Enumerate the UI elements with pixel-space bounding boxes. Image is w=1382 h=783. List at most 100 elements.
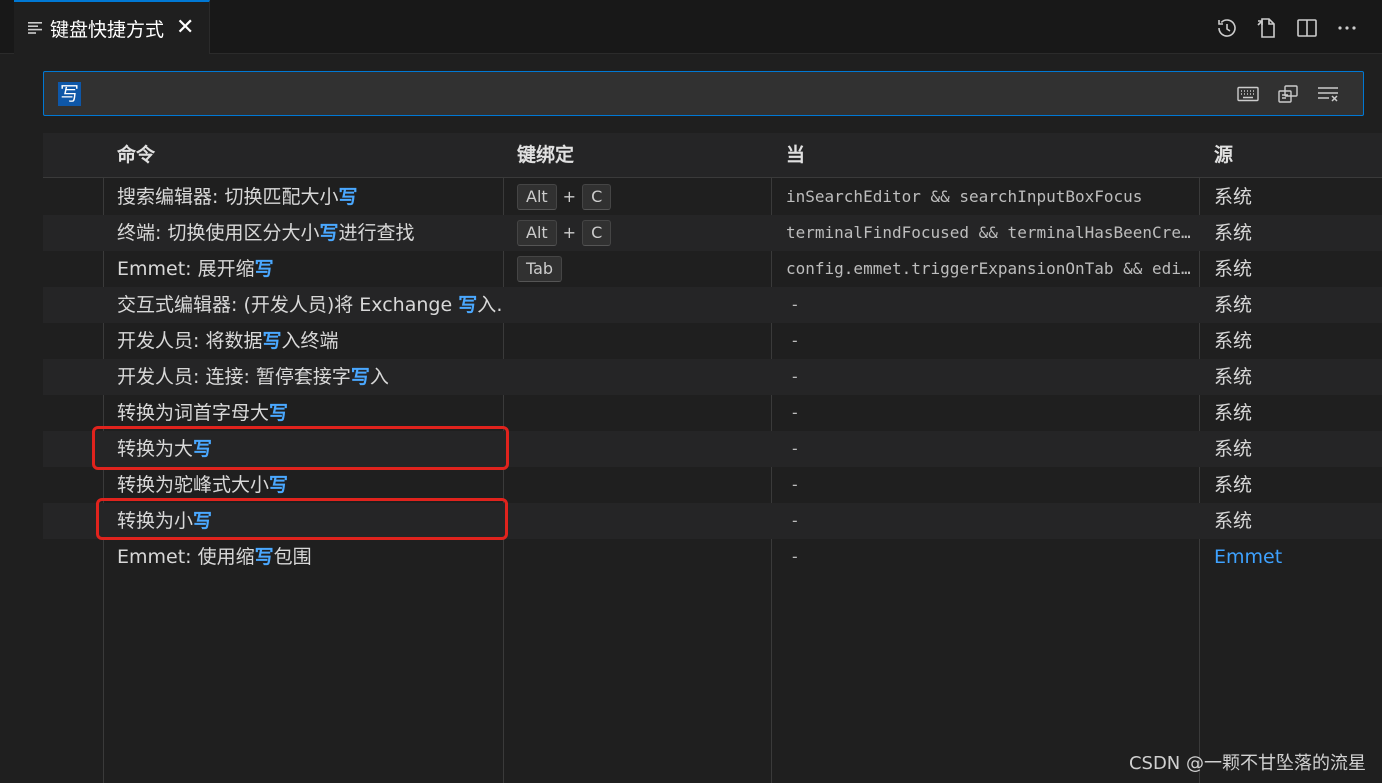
annotation-highlight-uppercase — [92, 426, 509, 470]
table-row[interactable]: 开发人员: 将数据写入终端 - 系统 — [43, 323, 1382, 359]
keyboard-icon[interactable] — [1237, 83, 1259, 105]
command-cell: 开发人员: 将数据写入终端 — [117, 323, 501, 359]
table-row[interactable]: 交互式编辑器: (开发人员)将 Exchange 写入… - 系统 — [43, 287, 1382, 323]
command-text: 终端: 切换使用区分大小 — [117, 222, 320, 244]
more-actions-icon[interactable] — [1334, 15, 1360, 41]
keycap: C — [582, 184, 612, 210]
source-cell: 系统 — [1214, 186, 1253, 208]
when-cell: inSearchEditor && searchInputBoxFocus — [786, 187, 1143, 206]
when-cell: - — [790, 439, 800, 458]
keybinding-cell[interactable] — [517, 287, 767, 323]
when-cell: - — [790, 331, 800, 350]
search-tools — [1237, 82, 1339, 106]
key-separator: + — [562, 223, 577, 242]
preview-lines-icon — [28, 22, 42, 34]
when-cell: - — [790, 547, 800, 566]
keybinding-cell[interactable] — [517, 395, 767, 431]
source-cell: 系统 — [1214, 510, 1253, 532]
keybinding-cell[interactable]: Alt + C — [517, 215, 767, 251]
annotation-highlight-lowercase — [96, 498, 508, 540]
keycap: C — [582, 220, 612, 246]
command-text: Emmet: 使用缩 — [117, 546, 255, 568]
source-cell: 系统 — [1214, 294, 1253, 316]
command-cell: 终端: 切换使用区分大小写进行查找 — [117, 215, 501, 251]
search-query-selected[interactable]: 写 — [58, 82, 82, 106]
command-cell: Emmet: 展开缩写 — [117, 251, 501, 287]
keycap: Alt — [517, 220, 557, 246]
keybinding-cell[interactable] — [517, 359, 767, 395]
source-cell: 系统 — [1214, 402, 1253, 424]
search-match-highlight: 写 — [269, 474, 289, 496]
table-row[interactable]: Emmet: 展开缩写 Tab config.emmet.triggerExpans… — [43, 251, 1382, 287]
keybinding-cell[interactable] — [517, 431, 767, 467]
when-cell: - — [790, 403, 800, 422]
search-match-highlight: 写 — [254, 258, 274, 280]
clear-search-icon[interactable] — [1317, 83, 1339, 105]
command-text: 入… — [477, 294, 501, 316]
table-row[interactable]: 搜索编辑器: 切换匹配大小写 Alt + CinSearchEditor && sea… — [43, 179, 1382, 215]
close-icon[interactable]: ✕ — [176, 17, 194, 39]
tab-bar: 键盘快捷方式 ✕ — [0, 0, 1382, 54]
table-header: 命令 键绑定 当 源 — [43, 133, 1382, 178]
command-cell: 开发人员: 连接: 暂停套接字写入 — [117, 359, 501, 395]
keybinding-cell[interactable] — [517, 323, 767, 359]
command-text: 交互式编辑器: (开发人员)将 Exchange — [117, 294, 459, 316]
source-cell: 系统 — [1214, 330, 1253, 352]
keyboard-shortcuts-editor: 键盘快捷方式 ✕ 写 命令 键绑定 当 源 搜索编辑器: 切换匹配大小写 Alt… — [0, 0, 1382, 783]
keybinding-cell[interactable] — [517, 503, 767, 539]
column-header-source[interactable]: 源 — [1214, 133, 1233, 178]
sort-by-precedence-icon[interactable] — [1277, 83, 1299, 105]
when-cell: - — [790, 295, 800, 314]
command-text: 入 — [369, 366, 389, 388]
when-cell: - — [790, 367, 800, 386]
open-json-icon[interactable] — [1254, 15, 1280, 41]
search-match-highlight: 写 — [458, 294, 478, 316]
command-text: 搜索编辑器: 切换匹配大小 — [117, 186, 339, 208]
column-header-when[interactable]: 当 — [786, 133, 805, 178]
keybinding-cell[interactable]: Alt + C — [517, 179, 767, 215]
command-text: 进行查找 — [338, 222, 415, 244]
editor-actions — [1214, 12, 1360, 44]
search-input[interactable]: 写 — [43, 71, 1364, 116]
when-cell: terminalFindFocused && terminalHasBeenCr… — [786, 223, 1191, 242]
tab-label: 键盘快捷方式 — [50, 18, 165, 41]
command-text: 开发人员: 连接: 暂停套接字 — [117, 366, 351, 388]
command-text: 入终端 — [281, 330, 339, 352]
keycap: Tab — [517, 256, 563, 282]
when-cell: - — [790, 511, 800, 530]
column-header-keybinding[interactable]: 键绑定 — [517, 133, 574, 178]
command-cell: Emmet: 使用缩写包围 — [117, 539, 501, 575]
watermark: CSDN @一颗不甘坠落的流星 — [1128, 753, 1366, 774]
source-cell: 系统 — [1214, 438, 1253, 460]
tab-keyboard-shortcuts[interactable]: 键盘快捷方式 ✕ — [14, 0, 210, 54]
when-cell: - — [790, 475, 800, 494]
search-match-highlight: 写 — [269, 402, 289, 424]
search-match-highlight: 写 — [254, 546, 274, 568]
keycap: Alt — [517, 184, 557, 210]
command-cell: 交互式编辑器: (开发人员)将 Exchange 写入… — [117, 287, 501, 323]
command-text: 转换为词首字母大 — [117, 402, 270, 424]
keybinding-cell[interactable] — [517, 539, 767, 575]
history-icon[interactable] — [1214, 15, 1240, 41]
command-text: Emmet: 展开缩 — [117, 258, 255, 280]
table-row[interactable]: 终端: 切换使用区分大小写进行查找 Alt + CterminalFindFocuse… — [43, 215, 1382, 251]
when-cell: config.emmet.triggerExpansionOnTab && ed… — [786, 259, 1191, 278]
search-match-highlight: 写 — [350, 366, 370, 388]
keybinding-cell[interactable]: Tab — [517, 251, 767, 287]
source-cell: 系统 — [1214, 474, 1253, 496]
search-match-highlight: 写 — [262, 330, 282, 352]
table-row[interactable]: Emmet: 使用缩写包围 - Emmet — [43, 539, 1382, 575]
source-cell: 系统 — [1214, 366, 1253, 388]
key-separator: + — [562, 187, 577, 206]
search-match-highlight: 写 — [338, 186, 358, 208]
column-header-command[interactable]: 命令 — [117, 133, 155, 178]
source-cell[interactable]: Emmet — [1214, 539, 1374, 575]
source-cell: 系统 — [1214, 258, 1253, 280]
command-text: 开发人员: 将数据 — [117, 330, 263, 352]
keybinding-cell[interactable] — [517, 467, 767, 503]
command-text: 包围 — [273, 546, 312, 568]
source-cell: 系统 — [1214, 222, 1253, 244]
command-cell: 搜索编辑器: 切换匹配大小写 — [117, 179, 501, 215]
table-row[interactable]: 开发人员: 连接: 暂停套接字写入 - 系统 — [43, 359, 1382, 395]
split-editor-icon[interactable] — [1294, 15, 1320, 41]
